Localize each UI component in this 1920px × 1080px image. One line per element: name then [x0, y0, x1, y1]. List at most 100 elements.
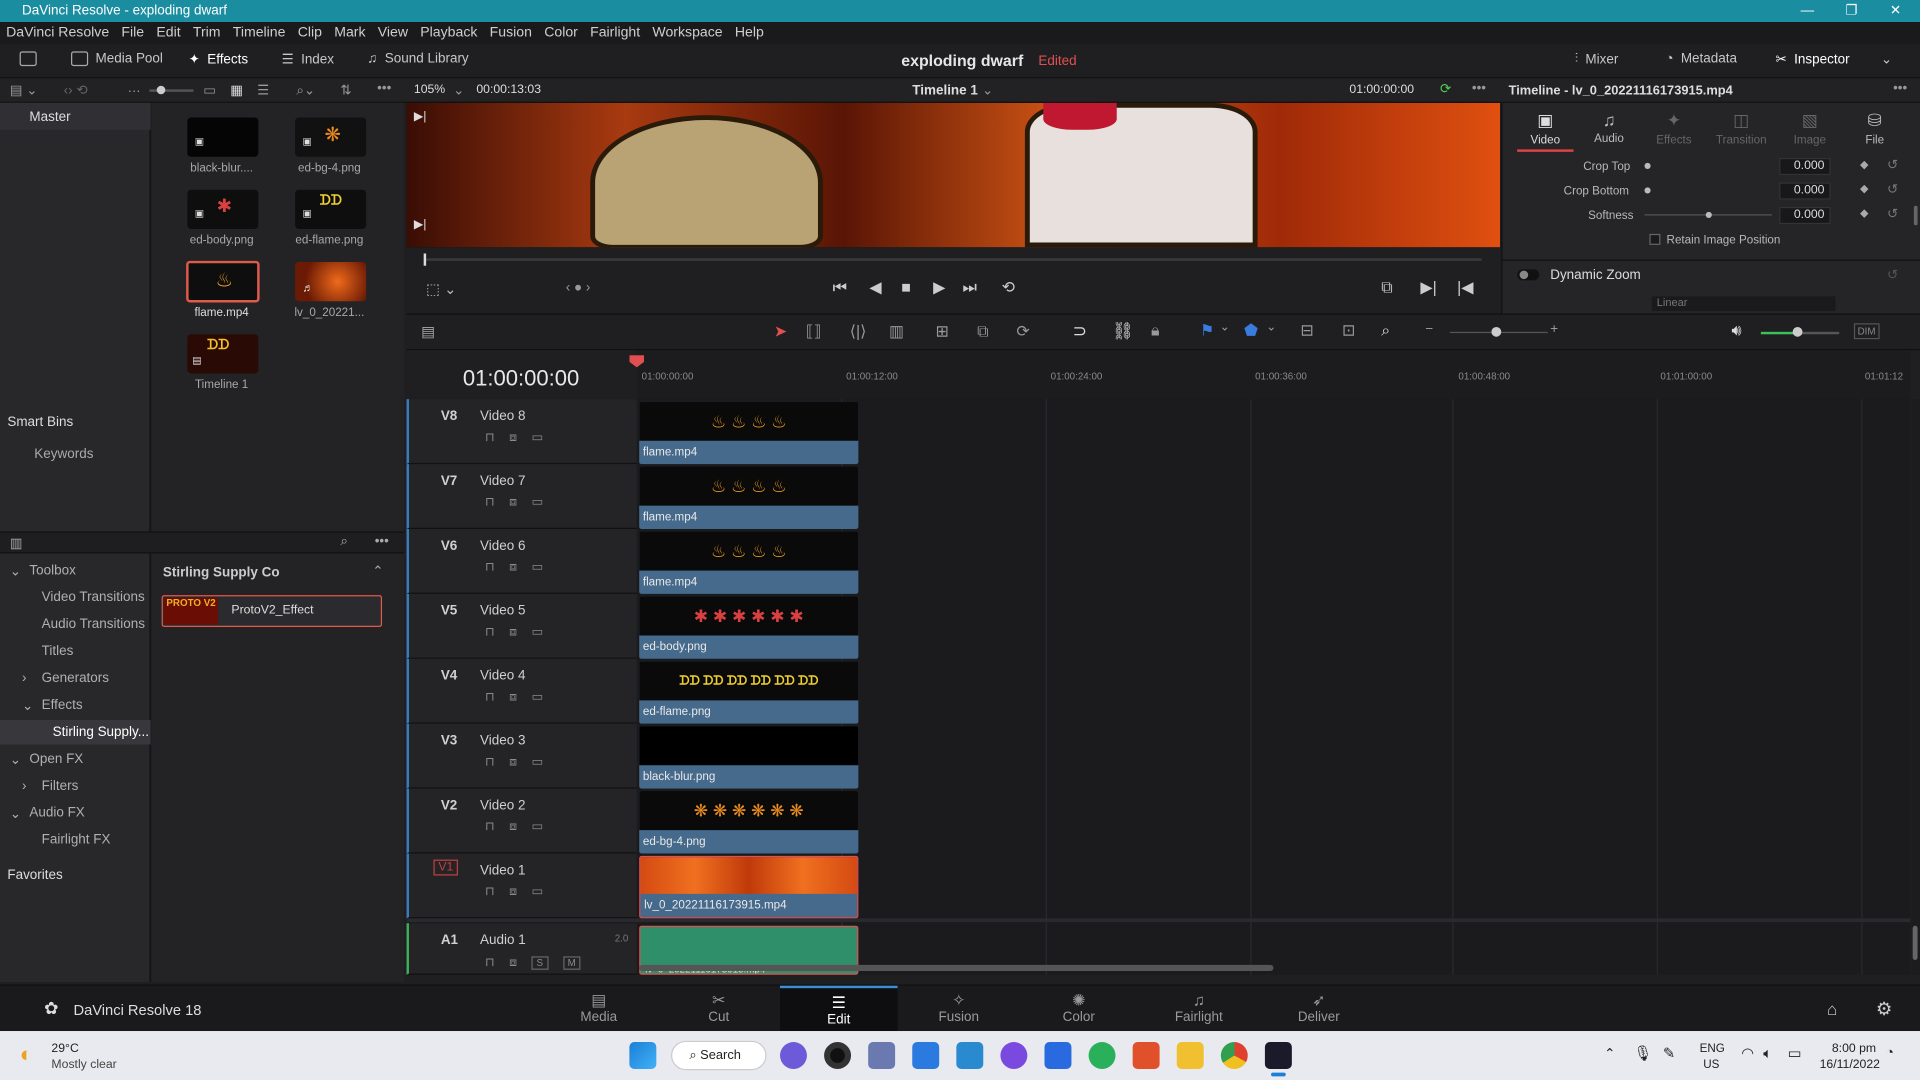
lock-icon[interactable]: ⊓: [485, 431, 495, 444]
retain-checkbox[interactable]: [1649, 233, 1661, 245]
panel-toggle-icon[interactable]: ▤ ⌄: [10, 82, 38, 98]
replace-clip-icon[interactable]: ⟳: [1016, 322, 1029, 342]
toolbox-toggle[interactable]: ⌄: [10, 563, 21, 579]
sync-icon[interactable]: ⟳: [1440, 81, 1451, 97]
scrubber-playhead[interactable]: [423, 253, 427, 266]
zoom-custom-icon[interactable]: ⌕: [1381, 321, 1390, 341]
zoom-full-icon[interactable]: ⊟: [1300, 321, 1313, 341]
tree-titles[interactable]: Titles: [42, 644, 74, 659]
clip-v2[interactable]: ❋ ❋ ❋ ❋ ❋ ❋ ed-bg-4.png: [639, 791, 859, 854]
battery-icon[interactable]: ▭: [1788, 1044, 1802, 1061]
menu-timeline[interactable]: Timeline: [227, 26, 292, 41]
crop-top-slider[interactable]: [1644, 162, 1651, 169]
reset-icon[interactable]: ↺: [1887, 181, 1898, 197]
clock-time[interactable]: 8:00 pm: [1832, 1042, 1876, 1055]
keyframe-icon[interactable]: ◆: [1860, 182, 1868, 195]
tree-generators[interactable]: Generators: [42, 671, 109, 686]
dynamic-trim-icon[interactable]: ⟨|⟩: [850, 322, 867, 342]
viewer-options-icon[interactable]: •••: [1472, 81, 1486, 96]
go-to-start-button[interactable]: ⏮: [833, 278, 847, 298]
clip-v5[interactable]: ✱ ✱ ✱ ✱ ✱ ✱ ed-body.png: [639, 596, 859, 659]
tree-fairlight-fx[interactable]: Fairlight FX: [42, 833, 111, 848]
reset-icon[interactable]: ↺: [1887, 206, 1898, 222]
media-thumb-timeline[interactable]: ᗪᗪ ▤: [187, 334, 259, 374]
disable-track-icon[interactable]: ▭: [532, 885, 544, 898]
azure-icon[interactable]: [912, 1042, 940, 1069]
timeline-viewer[interactable]: ▶| ▶|: [406, 102, 1501, 248]
menu-clip[interactable]: Clip: [292, 26, 329, 41]
menu-edit[interactable]: Edit: [150, 26, 187, 41]
disable-track-icon[interactable]: ▭: [532, 496, 544, 509]
prev-edit-icon[interactable]: |◀: [1457, 278, 1473, 298]
track-header-v7[interactable]: V7 Video 7 ⊓ ⧈ ▭: [406, 464, 637, 529]
index-button[interactable]: ☰ Index: [282, 51, 334, 67]
page-tab-color[interactable]: ✺ Color: [1020, 986, 1138, 1033]
weather-icon[interactable]: ◐: [20, 1042, 33, 1068]
track-name[interactable]: Video 2: [480, 798, 525, 813]
lock-icon[interactable]: ⊓: [485, 691, 495, 704]
auto-select-icon[interactable]: ⧈: [509, 626, 517, 639]
linked-selection-icon[interactable]: ⛓: [1112, 321, 1134, 342]
close-button[interactable]: ✕: [1873, 0, 1917, 22]
more-icon[interactable]: …: [127, 81, 140, 96]
track-header-v3[interactable]: V3 Video 3 ⊓ ⧈ ▭: [406, 723, 637, 789]
todo-icon[interactable]: [956, 1042, 984, 1069]
tab-file[interactable]: ⛁ File: [1844, 110, 1905, 147]
match-frame-icon[interactable]: ⧉: [1381, 278, 1392, 298]
loop-button[interactable]: ⟲: [1002, 278, 1015, 298]
open-fx-toggle[interactable]: ⌄: [10, 752, 21, 768]
menu-color[interactable]: Color: [538, 26, 584, 41]
softness-slider[interactable]: [1705, 211, 1712, 218]
feedly-icon[interactable]: [1088, 1042, 1116, 1069]
tree-effects[interactable]: Effects: [42, 698, 83, 713]
clock-date[interactable]: 16/11/2022: [1820, 1058, 1880, 1071]
volume-handle[interactable]: [1792, 326, 1803, 337]
track-name[interactable]: Video 3: [480, 733, 525, 748]
search-icon[interactable]: ⌕: [340, 534, 348, 550]
viber-icon[interactable]: [1000, 1042, 1028, 1069]
options-icon[interactable]: •••: [375, 534, 389, 549]
pen-icon[interactable]: ✎: [1663, 1044, 1675, 1061]
davinci-taskbar-icon[interactable]: [1264, 1042, 1292, 1069]
disable-track-icon[interactable]: ▭: [532, 561, 544, 574]
page-tab-fusion[interactable]: ✧ Fusion: [900, 986, 1018, 1033]
lock-icon[interactable]: ⊓: [485, 956, 495, 969]
tree-audio-fx[interactable]: Audio FX: [29, 806, 84, 821]
panel-toggle-icon[interactable]: ▥: [10, 535, 23, 551]
zoom-out-icon[interactable]: −: [1425, 322, 1433, 337]
file-explorer-icon[interactable]: [1176, 1042, 1204, 1069]
tab-image[interactable]: ▧ Image: [1779, 110, 1840, 147]
tab-transition[interactable]: ◫ Transition: [1711, 110, 1772, 147]
reverse-button[interactable]: ◀: [869, 278, 881, 298]
stop-button[interactable]: ■: [901, 278, 911, 296]
media-thumb-ed-bg-4[interactable]: ❋ ▣: [295, 117, 367, 157]
snapping-icon[interactable]: ⊃: [1073, 321, 1087, 342]
search-icon[interactable]: ⌕⌄: [296, 82, 315, 99]
timeline-horizontal-scrollbar[interactable]: [639, 964, 1274, 972]
taskbar-search[interactable]: ⌕ Search: [671, 1040, 767, 1071]
menu-playback[interactable]: Playback: [414, 26, 483, 41]
page-tab-edit[interactable]: ☰ Edit: [780, 985, 898, 1033]
track-name[interactable]: Video 1: [480, 863, 525, 878]
track-name[interactable]: Video 5: [480, 604, 525, 619]
flag-icon[interactable]: ⚑: [1200, 321, 1214, 341]
solo-button[interactable]: S: [531, 956, 549, 970]
effects-toggle[interactable]: ⌄: [22, 698, 33, 714]
audio-fx-toggle[interactable]: ⌄: [10, 806, 21, 822]
media-pool-button[interactable]: Media Pool: [71, 51, 163, 67]
tree-stirling[interactable]: Stirling Supply...: [53, 725, 149, 740]
flag-dropdown-icon[interactable]: ⌄: [1220, 321, 1230, 334]
overwrite-clip-icon[interactable]: ⧉: [977, 322, 988, 342]
auto-select-icon[interactable]: ⧈: [509, 956, 517, 969]
expand-icon[interactable]: ⌄: [1881, 51, 1892, 68]
tree-toolbox[interactable]: Toolbox: [29, 563, 75, 578]
track-header-v5[interactable]: V5 Video 5 ⊓ ⧈ ▭: [406, 593, 637, 659]
media-thumb-ed-body[interactable]: ✱ ▣: [187, 189, 259, 229]
track-name[interactable]: Audio 1: [480, 933, 526, 948]
nav-arrows-icon[interactable]: ‹› ⟲: [64, 82, 88, 98]
clip-v8[interactable]: ♨ ♨ ♨ ♨ flame.mp4: [639, 401, 859, 465]
bluetooth-app-icon[interactable]: [1044, 1042, 1072, 1069]
tray-chevron-icon[interactable]: ⌃: [1604, 1046, 1615, 1062]
tree-open-fx[interactable]: Open FX: [29, 752, 83, 767]
filmstrip-view-icon[interactable]: ▭: [203, 82, 216, 98]
